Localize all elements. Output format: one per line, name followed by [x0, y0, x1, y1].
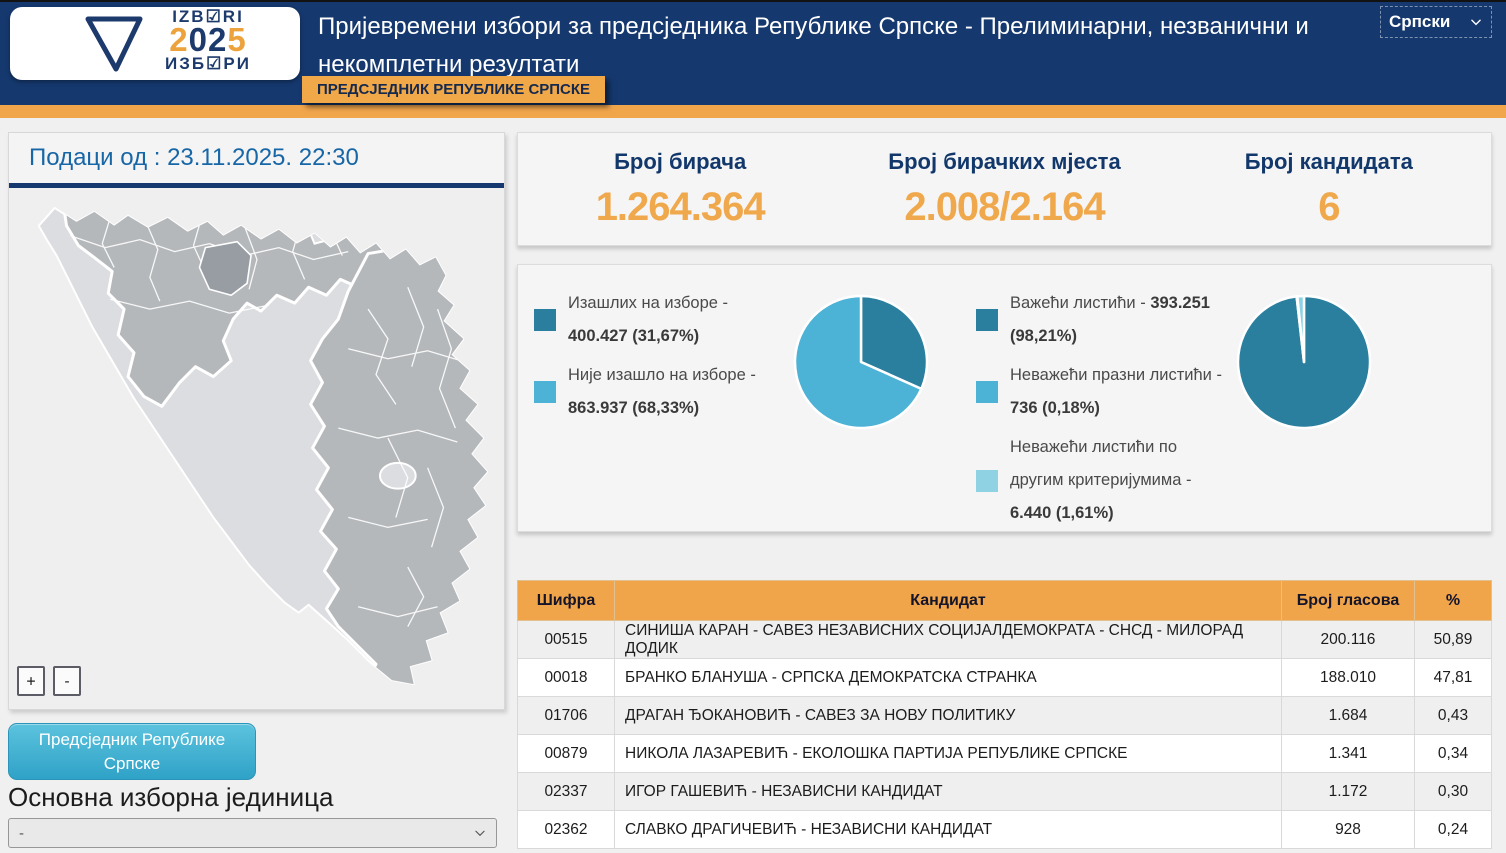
results-table-body: 00515СИНИША КАРАН - САВЕЗ НЕЗАВИСНИХ СОЦ…	[518, 621, 1492, 849]
candidate-code: 01706	[518, 697, 615, 735]
legend-label: Није изашло на изборе - 863.937 (68,33%)	[568, 359, 780, 425]
candidate-percent: 0,24	[1415, 811, 1492, 849]
logo-text-block: IZB☑RI 2025 ИЗБ☑РИ	[128, 9, 288, 78]
candidate-percent: 0,34	[1415, 735, 1492, 773]
tab-president-rs[interactable]: ПРЕДСЈЕДНИК РЕПУБЛИКЕ СРПСКЕ	[302, 76, 605, 103]
ballot-triangle-icon	[84, 15, 144, 73]
stat-col-2: Број кандидата 6	[1167, 133, 1491, 245]
logo-line-bottom: ИЗБ☑РИ	[128, 55, 288, 73]
stat-col-1: Број бирачких мјеста 2.008/2.164	[842, 133, 1166, 245]
turnout-legend: Изашлих на изборе - 400.427 (31,67%)Није…	[518, 287, 780, 431]
turnout-chart-block: Изашлих на изборе - 400.427 (31,67%)Није…	[518, 265, 964, 531]
results-header-2: Број гласова	[1282, 581, 1415, 621]
table-row: 00879НИКОЛА ЛАЗАРЕВИЋ - ЕКОЛОШКА ПАРТИЈА…	[518, 735, 1492, 773]
legend-label: Неважећи листићи по другим критеријумима…	[1010, 431, 1226, 530]
results-table-head: ШифраКандидатБрој гласова%	[518, 581, 1492, 621]
candidate-name: СИНИША КАРАН - САВЕЗ НЕЗАВИСНИХ СОЦИЈАЛД…	[615, 621, 1282, 659]
logo-year: 2025	[128, 25, 288, 55]
legend-label: Неважећи празни листићи - 736 (0,18%)	[1010, 359, 1226, 425]
map-panel: Подаци од : 23.11.2025. 22:30	[8, 132, 505, 710]
legend-label: Важећи листићи - 393.251 (98,21%)	[1010, 287, 1226, 353]
candidate-name: ДРАГАН ЂОКАНОВИЋ - САВЕЗ ЗА НОВУ ПОЛИТИК…	[615, 697, 1282, 735]
basic-electoral-unit-heading: Основна изборна јединица	[8, 782, 334, 813]
header: IZB☑RI 2025 ИЗБ☑РИ Пријевремени избори з…	[0, 2, 1506, 105]
ballots-chart-block: Важећи листићи - 393.251 (98,21%)Неважећ…	[964, 265, 1491, 531]
legend-label: Изашлих на изборе - 400.427 (31,67%)	[568, 287, 780, 353]
map-pocket-gorazde	[380, 463, 416, 489]
turnout-pie-svg	[786, 287, 936, 437]
chevron-down-icon	[1469, 15, 1483, 29]
candidate-votes: 1.341	[1282, 735, 1415, 773]
turnout-pie	[786, 287, 936, 442]
summary-stats-panel: Број бирача 1.264.364Број бирачких мјеста…	[517, 132, 1492, 246]
stat-col-0: Број бирача 1.264.364	[518, 133, 842, 245]
legend-swatch-icon	[534, 381, 556, 403]
results-header-3: %	[1415, 581, 1492, 621]
candidate-percent: 0,43	[1415, 697, 1492, 735]
legend-item: Неважећи листићи по другим критеријумима…	[976, 431, 1226, 530]
candidate-votes: 1.684	[1282, 697, 1415, 735]
table-row: 00018БРАНКО БЛАНУША - СРПСКА ДЕМОКРАТСКА…	[518, 659, 1492, 697]
legend-item: Није изашло на изборе - 863.937 (68,33%)	[534, 359, 780, 425]
candidate-code: 00018	[518, 659, 615, 697]
table-row: 01706ДРАГАН ЂОКАНОВИЋ - САВЕЗ ЗА НОВУ ПО…	[518, 697, 1492, 735]
map-zoom-in-button[interactable]: +	[17, 666, 45, 696]
map-bosnia[interactable]	[11, 192, 504, 700]
pie-charts-panel: Изашлих на изборе - 400.427 (31,67%)Није…	[517, 264, 1492, 532]
stat-label: Број бирача	[518, 149, 842, 175]
candidate-code: 02337	[518, 773, 615, 811]
candidate-percent: 0,30	[1415, 773, 1492, 811]
candidate-code: 02362	[518, 811, 615, 849]
electoral-unit-select[interactable]: -	[8, 818, 497, 848]
page-title: Пријевремени избори за предсједника Репу…	[318, 8, 1386, 84]
map-zoom-controls: + -	[17, 666, 81, 696]
stat-label: Број кандидата	[1167, 149, 1491, 175]
legend-swatch-icon	[976, 470, 998, 492]
ballots-legend: Важећи листићи - 393.251 (98,21%)Неважећ…	[964, 287, 1226, 536]
results-header-1: Кандидат	[615, 581, 1282, 621]
stat-value: 1.264.364	[518, 185, 842, 230]
map-area: + -	[9, 188, 504, 704]
candidate-name: БРАНКО БЛАНУША - СРПСКА ДЕМОКРАТСКА СТРА…	[615, 659, 1282, 697]
candidate-code: 00879	[518, 735, 615, 773]
table-row: 02337ИГОР ГАШЕВИЋ - НЕЗАВИСНИ КАНДИДАТ1.…	[518, 773, 1492, 811]
candidate-name: СЛАВКО ДРАГИЧЕВИЋ - НЕЗАВИСНИ КАНДИДАТ	[615, 811, 1282, 849]
stat-value: 2.008/2.164	[842, 185, 1166, 230]
ballots-pie	[1229, 287, 1379, 442]
results-header-row: ШифраКандидатБрој гласова%	[518, 581, 1492, 621]
candidate-name: НИКОЛА ЛАЗАРЕВИЋ - ЕКОЛОШКА ПАРТИЈА РЕПУ…	[615, 735, 1282, 773]
legend-item: Неважећи празни листићи - 736 (0,18%)	[976, 359, 1226, 425]
legend-swatch-icon	[976, 309, 998, 331]
stat-label: Број бирачких мјеста	[842, 149, 1166, 175]
ballots-pie-svg	[1229, 287, 1379, 437]
data-as-of: Подаци од : 23.11.2025. 22:30	[29, 144, 359, 172]
candidate-votes: 188.010	[1282, 659, 1415, 697]
legend-item: Важећи листићи - 393.251 (98,21%)	[976, 287, 1226, 353]
table-row: 02362СЛАВКО ДРАГИЧЕВИЋ - НЕЗАВИСНИ КАНДИ…	[518, 811, 1492, 849]
izbori-2025-logo: IZB☑RI 2025 ИЗБ☑РИ	[10, 7, 300, 80]
candidate-votes: 200.116	[1282, 621, 1415, 659]
stat-value: 6	[1167, 185, 1491, 230]
accent-bar	[0, 105, 1506, 118]
map-panel-header: Подаци од : 23.11.2025. 22:30	[9, 133, 504, 183]
electoral-unit-select-wrap: -	[8, 818, 497, 848]
legend-swatch-icon	[534, 309, 556, 331]
candidate-name: ИГОР ГАШЕВИЋ - НЕЗАВИСНИ КАНДИДАТ	[615, 773, 1282, 811]
candidate-votes: 928	[1282, 811, 1415, 849]
legend-swatch-icon	[976, 381, 998, 403]
results-table: ШифраКандидатБрој гласова% 00515СИНИША К…	[517, 580, 1492, 849]
language-label: Српски	[1389, 12, 1469, 32]
map-zoom-out-button[interactable]: -	[53, 666, 81, 696]
table-row: 00515СИНИША КАРАН - САВЕЗ НЕЗАВИСНИХ СОЦ…	[518, 621, 1492, 659]
language-selector[interactable]: Српски	[1380, 6, 1492, 38]
candidate-votes: 1.172	[1282, 773, 1415, 811]
race-president-button[interactable]: Предсједник Републике Српске	[8, 723, 256, 780]
candidate-percent: 50,89	[1415, 621, 1492, 659]
legend-item: Изашлих на изборе - 400.427 (31,67%)	[534, 287, 780, 353]
results-header-0: Шифра	[518, 581, 615, 621]
candidate-percent: 47,81	[1415, 659, 1492, 697]
candidate-code: 00515	[518, 621, 615, 659]
